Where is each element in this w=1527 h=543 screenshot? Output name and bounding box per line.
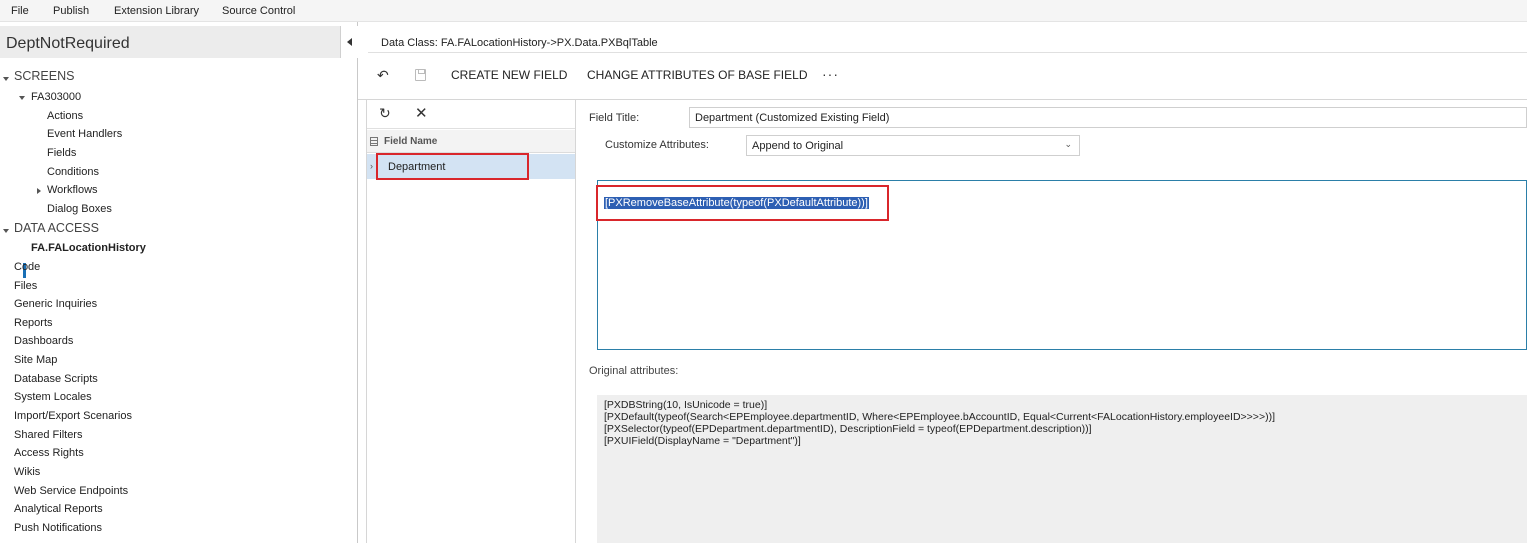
tree-item-data-class[interactable]: FA.FALocationHistory (31, 242, 146, 254)
project-sidebar: DeptNotRequired SCREENS FA303000 Actions… (0, 22, 358, 543)
original-attribute-line: [PXUIField(DisplayName = "Department")] (604, 435, 801, 447)
field-title-label: Field Title: (589, 112, 640, 124)
undo-icon[interactable]: ↶ (377, 67, 389, 84)
row-caret-icon: › (370, 161, 373, 171)
tree-item-site-map[interactable]: Site Map (14, 354, 57, 366)
close-icon[interactable]: ✕ (415, 104, 428, 122)
highlight-box (376, 153, 529, 180)
original-attributes-box: [PXDBString(10, IsUnicode = true)] [PXDe… (597, 395, 1527, 543)
tree-screens[interactable]: SCREENS (14, 69, 74, 83)
tree-item-reports[interactable]: Reports (14, 317, 53, 329)
project-title: DeptNotRequired (6, 35, 130, 52)
menu-file[interactable]: File (11, 5, 29, 17)
expand-screens-icon[interactable] (3, 77, 9, 81)
tree-data-access[interactable]: DATA ACCESS (14, 221, 99, 235)
divider (368, 52, 1527, 53)
tree-item-dialog-boxes[interactable]: Dialog Boxes (47, 203, 112, 215)
fields-grid-header: Field Name (367, 130, 575, 153)
fields-toolbar: ↻ ✕ (367, 100, 575, 129)
project-header: DeptNotRequired (0, 26, 357, 58)
expand-data-access-icon[interactable] (3, 229, 9, 233)
fields-list-panel: ↻ ✕ Field Name › Department (366, 100, 576, 543)
toolbar: ↶ CREATE NEW FIELD CHANGE ATTRIBUTES OF … (358, 62, 1527, 92)
tree-item-web-service-endpoints[interactable]: Web Service Endpoints (14, 485, 128, 497)
tree-item-push-notifications[interactable]: Push Notifications (14, 522, 102, 534)
tree-item-event-handlers[interactable]: Event Handlers (47, 128, 122, 140)
tree-item-fields[interactable]: Fields (47, 147, 76, 159)
main-panel: Data Class: FA.FALocationHistory->PX.Dat… (358, 22, 1527, 543)
chevron-down-icon[interactable]: ⌄ (1064, 139, 1072, 150)
original-attribute-line: [PXDefault(typeof(Search<EPEmployee.depa… (604, 411, 1275, 423)
expand-workflows-icon[interactable] (37, 188, 41, 194)
tree-item-access-rights[interactable]: Access Rights (14, 447, 84, 459)
refresh-icon[interactable]: ↻ (379, 105, 391, 122)
field-name-column-header[interactable]: Field Name (384, 136, 437, 147)
data-class-label: Data Class: FA.FALocationHistory->PX.Dat… (381, 37, 658, 49)
menu-extension-library[interactable]: Extension Library (114, 5, 199, 17)
expand-screen-icon[interactable] (19, 96, 25, 100)
grid-icon[interactable] (370, 137, 378, 146)
tree-item-code[interactable]: Code (14, 261, 40, 273)
menu-bar: File Publish Extension Library Source Co… (0, 0, 1527, 22)
tree-item-database-scripts[interactable]: Database Scripts (14, 373, 98, 385)
menu-publish[interactable]: Publish (53, 5, 89, 17)
tree-item-actions[interactable]: Actions (47, 110, 83, 122)
tree-item-analytical-reports[interactable]: Analytical Reports (14, 503, 103, 515)
collapse-icon[interactable] (340, 26, 358, 58)
change-attributes-button[interactable]: CHANGE ATTRIBUTES OF BASE FIELD (587, 68, 807, 82)
menu-source-control[interactable]: Source Control (222, 5, 295, 17)
tree-item-shared-filters[interactable]: Shared Filters (14, 429, 82, 441)
create-new-field-button[interactable]: CREATE NEW FIELD (451, 68, 567, 82)
field-title-input[interactable]: Department (Customized Existing Field) (689, 107, 1527, 128)
customize-attributes-label: Customize Attributes: (605, 139, 709, 151)
tree-item-dashboards[interactable]: Dashboards (14, 335, 73, 347)
tree-item-files[interactable]: Files (14, 280, 37, 292)
customize-attributes-select[interactable]: Append to Original ⌄ (746, 135, 1080, 156)
tree-screen-fa303000[interactable]: FA303000 (31, 91, 81, 103)
save-icon[interactable] (415, 69, 426, 81)
tree-item-wikis[interactable]: Wikis (14, 466, 40, 478)
highlight-box (596, 185, 889, 221)
original-attribute-line: [PXSelector(typeof(EPDepartment.departme… (604, 423, 1092, 435)
original-attribute-line: [PXDBString(10, IsUnicode = true)] (604, 399, 768, 411)
tree-item-system-locales[interactable]: System Locales (14, 391, 92, 403)
tree-item-generic-inquiries[interactable]: Generic Inquiries (14, 298, 97, 310)
tree-item-workflows[interactable]: Workflows (47, 184, 98, 196)
tree-item-import-export-scenarios[interactable]: Import/Export Scenarios (14, 410, 132, 422)
customize-attributes-value: Append to Original (752, 140, 844, 152)
tree-item-conditions[interactable]: Conditions (47, 166, 99, 178)
original-attributes-label: Original attributes: (589, 365, 679, 377)
more-icon[interactable]: ··· (822, 66, 839, 82)
